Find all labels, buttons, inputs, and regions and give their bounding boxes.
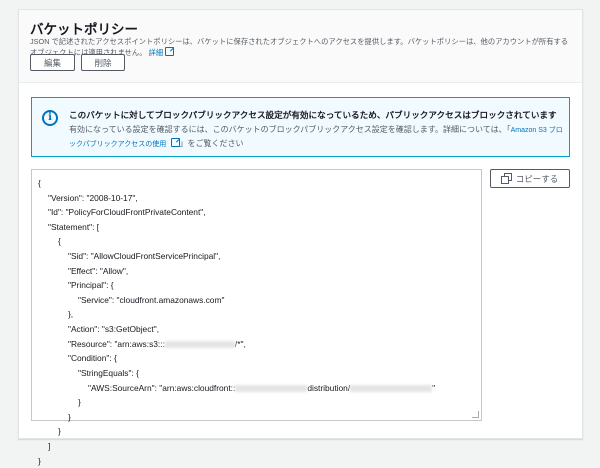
redacted-value — [164, 340, 235, 348]
policy-line: "Action": "s3:GetObject", — [38, 322, 481, 337]
policy-line: } — [38, 395, 481, 410]
policy-text: "Id": "PolicyForCloudFrontPrivateContent… — [48, 207, 206, 218]
policy-text: "AWS:SourceArn": "arn:aws:cloudfront:: — [88, 382, 236, 393]
policy-text: " — [432, 382, 436, 393]
policy-text: ] — [48, 440, 51, 451]
policy-line: "Effect": "Allow", — [38, 264, 481, 279]
policy-text: "Resource": "arn:aws:s3::: — [68, 338, 165, 349]
policy-text: } — [78, 397, 81, 408]
policy-text: "Effect": "Allow", — [68, 265, 129, 276]
edit-button[interactable]: 編集 — [30, 54, 75, 71]
policy-line: { — [38, 176, 481, 191]
policy-line: "Statement": [ — [38, 220, 481, 235]
panel-header: バケットポリシー JSON で記述されたアクセスポイントポリシーは、バケットに保… — [19, 10, 582, 83]
policy-line: } — [38, 454, 481, 468]
policy-line: "Condition": { — [38, 351, 481, 366]
policy-text: "Condition": { — [68, 353, 117, 364]
redacted-value — [235, 384, 308, 392]
copy-label: コピーする — [515, 173, 559, 184]
policy-text: } — [58, 426, 61, 437]
policy-line: } — [38, 410, 481, 425]
bucket-policy-panel: バケットポリシー JSON で記述されたアクセスポイントポリシーは、バケットに保… — [18, 9, 583, 466]
policy-text: /*", — [234, 338, 246, 349]
policy-line: ] — [38, 439, 481, 454]
page-title: バケットポリシー — [30, 22, 138, 37]
policy-line: "Version": "2008-10-17", — [38, 191, 481, 206]
policy-line: "Sid": "AllowCloudFrontServicePrincipal"… — [38, 249, 481, 264]
policy-line: "AWS:SourceArn": "arn:aws:cloudfront:: di… — [38, 381, 481, 396]
external-link-icon — [170, 138, 180, 147]
redacted-value — [350, 384, 433, 392]
policy-text: "Service": "cloudfront.amazonaws.com" — [78, 294, 225, 305]
policy-json-editor[interactable]: { "Version": "2008-10-17", "Id": "PolicyFo… — [31, 169, 482, 466]
policy-text: { — [58, 236, 61, 247]
policy-text: "Action": "s3:GetObject", — [68, 324, 160, 335]
info-icon: i — [42, 110, 58, 126]
policy-line: "Service": "cloudfront.amazonaws.com" — [38, 293, 481, 308]
copy-icon — [500, 173, 512, 184]
policy-text: distribution/ — [307, 382, 351, 393]
external-link-icon — [165, 47, 175, 56]
policy-text: } — [68, 411, 71, 422]
alert-title: このバケットに対してブロックパブリックアクセス設定が有効になっているため、パブリ… — [69, 110, 557, 120]
policy-text: { — [38, 178, 41, 188]
policy-text: "Statement": [ — [48, 221, 100, 232]
alert-suffix: 」をご覧ください — [179, 139, 244, 148]
policy-line: } — [38, 424, 481, 439]
alert-body-text: 有効になっている設定を確認するには、このバケットのブロックパブリックアクセス設定… — [69, 125, 511, 134]
policy-text: } — [38, 455, 41, 466]
copy-button[interactable]: コピーする — [490, 169, 570, 188]
policy-line: "Id": "PolicyForCloudFrontPrivateContent… — [38, 205, 481, 220]
policy-line: "Principal": { — [38, 278, 481, 293]
alert-body: 有効になっている設定を確認するには、このバケットのブロックパブリックアクセス設定… — [69, 123, 564, 151]
block-public-access-alert: i このバケットに対してブロックパブリックアクセス設定が有効になっているため、パ… — [31, 97, 570, 157]
policy-line: "StringEquals": { — [38, 366, 481, 381]
policy-line: { — [38, 234, 481, 249]
delete-button[interactable]: 削除 — [81, 54, 125, 71]
policy-line: "Resource": "arn:aws:s3:::/*", — [38, 337, 481, 352]
policy-text: "Principal": { — [68, 280, 114, 291]
policy-text: "Sid": "AllowCloudFrontServicePrincipal"… — [68, 251, 221, 262]
policy-line: }, — [38, 307, 481, 322]
resize-handle-icon[interactable] — [472, 411, 479, 418]
policy-text: "Version": "2008-10-17", — [48, 192, 138, 203]
policy-text: "StringEquals": { — [78, 367, 139, 378]
policy-text: }, — [68, 309, 74, 320]
learn-more-link[interactable]: 詳細 — [149, 48, 164, 57]
